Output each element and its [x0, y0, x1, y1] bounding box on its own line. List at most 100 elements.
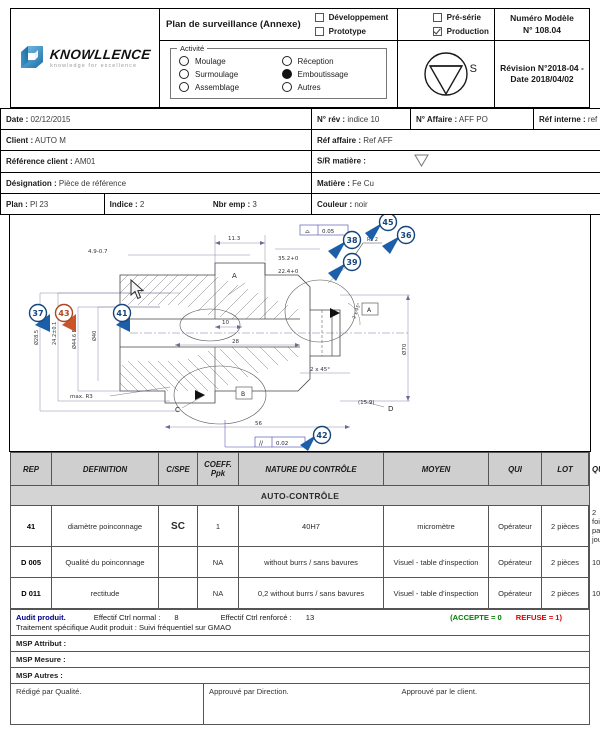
couleur-cell: Couleur : noir	[312, 194, 600, 215]
radio-label: Moulage	[195, 57, 226, 66]
balloon-45: 45	[365, 215, 397, 241]
projection-symbol-letter: S	[470, 63, 477, 75]
svg-text:28: 28	[232, 339, 239, 345]
radio-surmoulage[interactable]: Surmoulage	[179, 69, 282, 79]
cell-qui: Opérateur	[489, 578, 542, 609]
table-row[interactable]: D 005 Qualité du poinconnage NA without …	[11, 547, 590, 578]
table-row[interactable]: D 011 rectitude NA 0,2 without burrs / s…	[11, 578, 590, 609]
date-cell: Date : 02/12/2015	[1, 109, 312, 130]
svg-text:(15.9): (15.9)	[358, 400, 375, 406]
svg-text:42: 42	[316, 431, 327, 440]
document-header: KNOWLLENCE knowledge for excellence Plan…	[10, 8, 590, 108]
cell-rep: D 005	[11, 547, 52, 578]
indice-label: Indice :	[110, 200, 138, 209]
radio-icon[interactable]	[179, 69, 189, 79]
msp-mesure-row: MSP Mesure :	[11, 652, 590, 668]
matiere-cell: Matière : Fe Cu	[312, 173, 600, 194]
balloon-39: 39	[328, 254, 361, 282]
activite-fieldset: Activité Moulage Surmoulage	[170, 48, 387, 99]
refaffaire-cell: Réf affaire : Ref AFF	[312, 130, 600, 151]
nrev-label: N° rév :	[317, 115, 345, 124]
msp-mesure-cell: MSP Mesure :	[11, 652, 590, 668]
radio-icon[interactable]	[282, 82, 292, 92]
svg-text:0.05: 0.05	[322, 229, 335, 235]
couleur-label: Couleur :	[317, 200, 352, 209]
svg-text:24.2±0.1: 24.2±0.1	[52, 322, 58, 345]
msp-autres-row: MSP Autres :	[11, 668, 590, 684]
model-number-label: Numéro Modèle	[498, 13, 586, 24]
checkbox-icon[interactable]	[315, 27, 324, 36]
cell-coeff: NA	[198, 578, 239, 609]
cell-coeff: NA	[198, 547, 239, 578]
radio-selected-icon[interactable]	[282, 69, 292, 79]
mouse-cursor-icon	[130, 279, 146, 301]
radio-assemblage[interactable]: Assemblage	[179, 82, 282, 92]
table-row[interactable]: 41 diamètre poinconnage SC 1 40H7 microm…	[11, 506, 590, 547]
indice-cell: Indice : 2	[104, 194, 208, 215]
matiere-label: Matière :	[317, 179, 350, 188]
effectif-normal-value: 8	[174, 613, 178, 622]
control-table-header-row: REP DEFINITION C/SPE COEFF. Ppk NATURE D…	[11, 453, 590, 486]
info-row-designation: Désignation : Pièce de référence Matière…	[1, 173, 600, 194]
footer-table: Audit produit. Effectif Ctrl normal : 8 …	[10, 609, 590, 725]
checkbox-label: Développement	[329, 13, 389, 22]
auto-control-table: AUTO-CONTRÔLE REP DEFINITION C/SPE COEFF…	[10, 452, 590, 609]
srmatiere-cell: S/R matière :	[312, 151, 600, 173]
radio-icon[interactable]	[179, 56, 189, 66]
col-lot: LOT	[542, 453, 589, 486]
radio-moulage[interactable]: Moulage	[179, 56, 282, 66]
logo-company-name: KNOWLLENCE	[49, 47, 151, 62]
part-drawing-svg: A B A B C D 11.3 4.9-0.7	[10, 215, 590, 451]
svg-text:41: 41	[116, 309, 128, 318]
refinterne-label: Réf interne :	[539, 115, 586, 124]
svg-text:37: 37	[32, 309, 43, 318]
cell-definition: Qualité du poinconnage	[52, 547, 159, 578]
col-moyen: MOYEN	[384, 453, 489, 486]
svg-text:38: 38	[346, 236, 358, 245]
naffaire-cell: N° Affaire : AFF PO	[411, 109, 534, 130]
effectif-renforce-label: Effectif Ctrl renforcé :	[221, 613, 292, 622]
redige-cell[interactable]: Rédigé par Qualité.	[11, 684, 204, 725]
company-logo: KNOWLLENCE knowledge for excellence	[11, 9, 160, 108]
checkbox-prototype[interactable]: Prototype	[315, 27, 433, 36]
approuve-client-cell[interactable]: Approuvé par le client.	[397, 684, 590, 725]
radio-emboutissage[interactable]: Emboutissage	[282, 69, 385, 79]
effectif-normal-label: Effectif Ctrl normal :	[94, 613, 161, 622]
cell-moyen: Visuel - table d’inspection	[384, 578, 489, 609]
refinterne-value: ref 15	[588, 115, 600, 124]
effectif-renforce-value: 13	[306, 613, 314, 622]
part-info-table: Date : 02/12/2015 N° rév : indice 10 N° …	[0, 108, 600, 215]
srmatiere-label: S/R matière :	[317, 157, 366, 166]
naffaire-value: AFF PO	[459, 115, 488, 124]
designation-value: Pièce de référence	[59, 179, 126, 188]
checkbox-checked-icon[interactable]	[433, 27, 442, 36]
radio-autres[interactable]: Autres	[282, 82, 385, 92]
approuve-direction-cell[interactable]: Approuvé par Direction.	[204, 684, 397, 725]
audit-row: Audit produit. Effectif Ctrl normal : 8 …	[11, 610, 590, 624]
cell-coeff: 1	[198, 506, 239, 547]
svg-text:Ø28.5: Ø28.5	[33, 330, 40, 345]
checkbox-icon[interactable]	[315, 13, 324, 22]
radio-icon[interactable]	[179, 82, 189, 92]
plan-cell: Plan : Pl 23	[1, 194, 105, 215]
cell-qui: Opérateur	[489, 506, 542, 547]
refinterne-cell: Réf interne : ref 15	[534, 109, 600, 130]
checkbox-icon[interactable]	[433, 13, 442, 22]
cell-moyen: micromètre	[384, 506, 489, 547]
cell-nature: 0,2 without burrs / sans bavures	[239, 578, 384, 609]
svg-text:43: 43	[58, 309, 69, 318]
info-row-client: Client : AUTO M Réf affaire : Ref AFF	[1, 130, 600, 151]
svg-text:⌓: ⌓	[305, 228, 310, 235]
checkbox-developpement[interactable]: Développement	[315, 13, 433, 22]
date-value: 02/12/2015	[30, 115, 70, 124]
knowllence-logo-icon	[19, 45, 45, 71]
msp-attribut-cell: MSP Attribut :	[11, 636, 590, 652]
radio-reception[interactable]: Réception	[282, 56, 385, 66]
radio-icon[interactable]	[282, 56, 292, 66]
cell-nature: 40H7	[239, 506, 384, 547]
revision-cell: Révision N°2018-04 - Date 2018/04/02	[495, 41, 590, 108]
client-label: Client :	[6, 136, 33, 145]
msp-attribut-row: MSP Attribut :	[11, 636, 590, 652]
plan-title-cell: Plan de surveillance (Annexe) Développem…	[160, 9, 398, 41]
logo-tagline: knowledge for excellence	[50, 63, 137, 69]
